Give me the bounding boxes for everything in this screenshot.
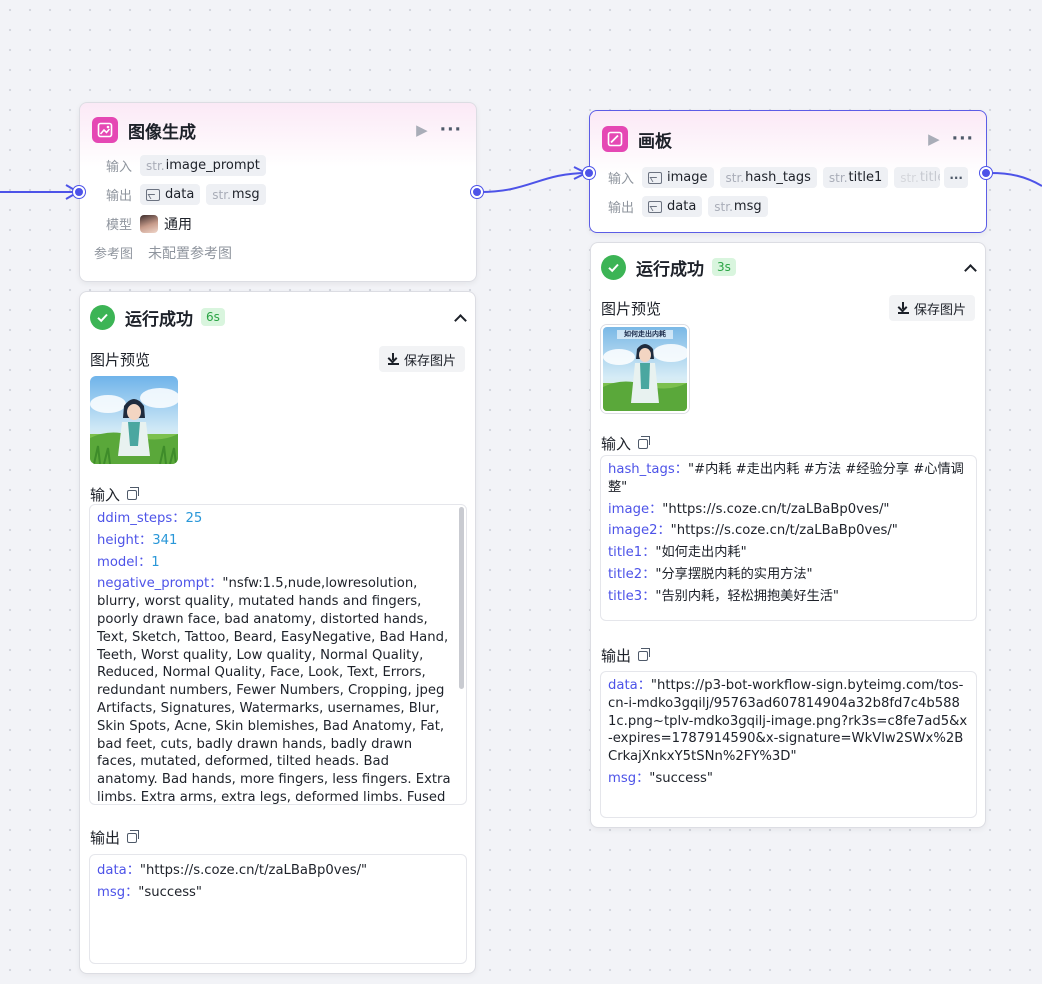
node-header: 画板 ▶ ··· — [602, 125, 974, 153]
copy-icon[interactable] — [127, 829, 140, 843]
param-tag-image: image — [642, 167, 714, 188]
model-avatar — [140, 214, 158, 233]
thumbnail-caption: 如何走出内耗 — [624, 330, 666, 338]
param-tag-msg: str. msg — [206, 184, 266, 205]
node-header: 图像生成 ▶ ··· — [92, 116, 462, 144]
node-title: 画板 — [638, 131, 672, 152]
more-icon[interactable]: ··· — [952, 130, 974, 148]
model-label: 模型 — [105, 218, 132, 233]
collapse-chevron-icon[interactable] — [964, 263, 977, 277]
output-label: 输出 — [105, 189, 132, 204]
input-json-box[interactable]: hash_tags："#内耗 #走出内耗 #方法 #经验分享 #心情调整" im… — [600, 455, 977, 621]
input-item-height: height：341 — [97, 532, 178, 548]
output-section-title: 输出 — [601, 645, 651, 666]
reference-label: 参考图 — [94, 247, 134, 262]
success-check-icon — [90, 304, 115, 330]
node2-input-port[interactable] — [583, 167, 595, 179]
more-params-button[interactable]: ··· — [944, 167, 968, 188]
node1-input-port[interactable] — [73, 186, 85, 198]
reference-image-row: 参考图 未配置参考图 — [92, 238, 462, 267]
input-item-hash_tags: hash_tags："#内耗 #走出内耗 #方法 #经验分享 #心情调整" — [608, 462, 964, 495]
run-result-panel: 运行成功 3s 图片预览 保存图片 如何走出内耗 输入 hash_tags："#… — [590, 242, 986, 828]
output-item-data: data："https://s.coze.cn/t/zaLBaBp0ves/" — [97, 863, 368, 878]
input-params-row: 输入 str. image_prompt — [92, 151, 462, 180]
output-item-data: data："https://p3-bot-workflow-sign.bytei… — [608, 678, 968, 765]
save-image-button[interactable]: 保存图片 — [378, 346, 465, 372]
image-generation-node[interactable]: 图像生成 ▶ ··· 输入 str. image_prompt 输出 data s… — [79, 102, 477, 282]
input-item-ddim_steps: ddim_steps：25 — [97, 511, 203, 526]
node2-output-port[interactable] — [980, 167, 992, 179]
copy-icon[interactable] — [127, 486, 140, 500]
run-status: 运行成功 — [125, 309, 193, 330]
param-tag-title1: str. title1 — [822, 167, 889, 188]
input-section-title: 输入 — [90, 484, 465, 505]
run-duration-badge: 3s — [712, 258, 736, 276]
input-section-title: 输入 — [601, 433, 975, 454]
param-tag-msg: str. msg — [708, 196, 768, 217]
more-icon[interactable]: ··· — [440, 121, 462, 139]
scrollbar[interactable] — [459, 507, 464, 689]
output-params-row: 输出 data str. msg — [602, 192, 974, 221]
model-row: 模型 通用 — [92, 209, 462, 238]
input-json-box[interactable]: ddim_steps：25 height：341 model：1 negativ… — [89, 504, 467, 805]
image-type-icon — [648, 171, 662, 184]
collapse-chevron-icon[interactable] — [454, 313, 467, 327]
image-generate-icon — [92, 117, 118, 143]
canvas-node[interactable]: 画板 ▶ ··· 输入 image str. hash_tags str. titl… — [589, 110, 987, 233]
canvas-board-icon — [602, 126, 628, 152]
input-label: 输入 — [105, 160, 132, 175]
input-item-title2: title2："分享摆脱内耗的实用方法" — [608, 566, 813, 582]
generated-image-thumbnail[interactable] — [90, 376, 178, 464]
image-type-icon — [146, 188, 160, 201]
output-json-box[interactable]: data："https://p3-bot-workflow-sign.bytei… — [600, 671, 977, 818]
param-tag-data: data — [642, 196, 703, 217]
output-section-title: 输出 — [90, 827, 140, 848]
input-item-image: image："https://s.coze.cn/t/zaLBaBp0ves/" — [608, 501, 890, 517]
image-type-icon — [648, 200, 662, 213]
input-item-title1: title1："如何走出内耗" — [608, 545, 747, 561]
model-value: 通用 — [164, 216, 192, 233]
run-status: 运行成功 — [636, 259, 704, 280]
run-icon[interactable]: ▶ — [928, 131, 940, 147]
output-params-row: 输出 data str. msg — [92, 180, 462, 209]
run-status-header: 运行成功 3s — [601, 252, 977, 282]
input-item-image2: image2："https://s.coze.cn/t/zaLBaBp0ves/… — [608, 523, 898, 539]
output-item-msg: msg："success" — [97, 885, 202, 900]
param-tag-hash_tags: str. hash_tags — [719, 167, 817, 188]
canvas-image-thumbnail[interactable]: 如何走出内耗 — [601, 325, 689, 413]
save-image-button[interactable]: 保存图片 — [888, 295, 975, 321]
output-item-msg: msg："success" — [608, 770, 713, 786]
preview-title: 图片预览 — [601, 299, 662, 318]
node-title: 图像生成 — [128, 122, 196, 143]
node1-output-port[interactable] — [471, 186, 483, 198]
input-params-row: 输入 image str. hash_tags str. title1 str. ti… — [602, 163, 974, 192]
input-item-title3: title3："告别内耗，轻松拥抱美好生活" — [608, 588, 839, 604]
run-duration-badge: 6s — [201, 308, 225, 326]
copy-icon[interactable] — [638, 435, 651, 449]
preview-header: 图片预览 保存图片 — [601, 295, 975, 321]
run-result-panel: 运行成功 6s 图片预览 保存图片 输入 ddim_steps：25 heigh… — [79, 291, 476, 974]
run-status-header: 运行成功 6s — [90, 302, 467, 332]
input-item-negative_prompt: negative_prompt："nsfw:1.5,nude,lowresolu… — [97, 576, 451, 805]
preview-header: 图片预览 保存图片 — [90, 346, 465, 372]
input-item-model: model：1 — [97, 554, 160, 570]
param-tag-data: data — [140, 184, 201, 205]
download-icon — [897, 302, 909, 314]
preview-title: 图片预览 — [90, 350, 151, 369]
output-json-box[interactable]: data："https://s.coze.cn/t/zaLBaBp0ves/" … — [89, 854, 467, 964]
success-check-icon — [601, 254, 626, 280]
copy-icon[interactable] — [638, 647, 651, 661]
output-label: 输出 — [607, 201, 634, 216]
param-tag-image_prompt: str. image_prompt — [140, 155, 266, 176]
reference-value: 未配置参考图 — [148, 245, 232, 262]
download-icon — [387, 353, 399, 365]
input-label: 输入 — [607, 172, 634, 187]
run-icon[interactable]: ▶ — [416, 122, 428, 138]
param-tag-title2: str.title2 — [894, 167, 941, 188]
